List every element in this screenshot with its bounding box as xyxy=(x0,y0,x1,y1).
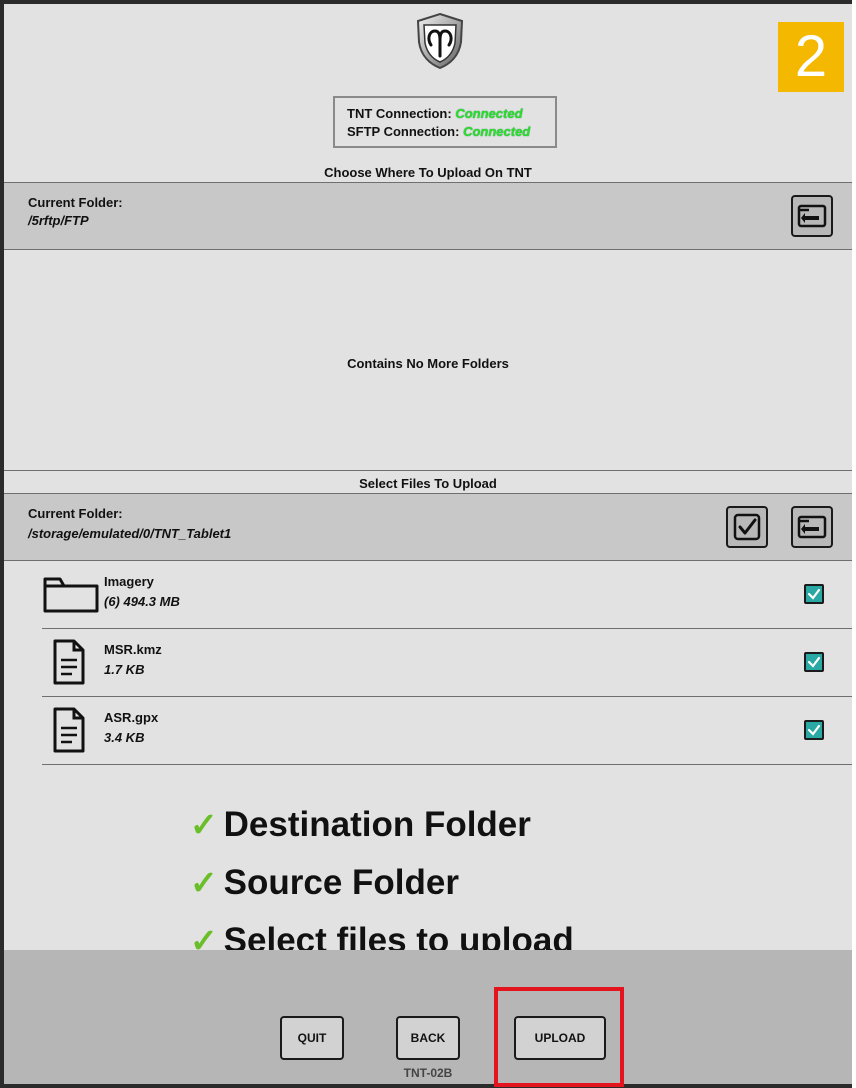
checkbox-checked-icon xyxy=(733,513,761,541)
destination-section-title: Choose Where To Upload On TNT xyxy=(324,165,532,180)
connection-status-box: TNT Connection: Connected SFTP Connectio… xyxy=(333,96,557,148)
file-checkbox[interactable] xyxy=(804,584,824,604)
list-item[interactable]: ASR.gpx 3.4 KB xyxy=(42,700,852,766)
current-folder-label: Current Folder: xyxy=(28,506,123,521)
document-icon xyxy=(53,639,85,685)
file-checkbox[interactable] xyxy=(804,652,824,672)
divider xyxy=(42,764,852,765)
source-section-title: Select Files To Upload xyxy=(359,476,497,491)
check-icon xyxy=(807,724,821,736)
sftp-connection-row: SFTP Connection: Connected xyxy=(347,124,530,139)
tnt-connection-row: TNT Connection: Connected xyxy=(347,106,523,121)
check-icon xyxy=(807,588,821,600)
divider xyxy=(42,696,852,697)
check-icon xyxy=(807,656,821,668)
destination-parent-folder-button[interactable] xyxy=(791,195,833,237)
quit-button[interactable]: QUIT xyxy=(280,1016,344,1060)
checklist: ✓ Destination Folder ✓ Source Folder ✓ Sele… xyxy=(190,796,574,970)
footer-bar: QUIT BACK UPLOAD TNT-02B xyxy=(4,950,852,1084)
checklist-item: ✓ Destination Folder xyxy=(190,796,574,854)
source-parent-folder-button[interactable] xyxy=(791,506,833,548)
upload-highlight xyxy=(494,987,624,1087)
sftp-connection-status: Connected xyxy=(463,124,531,139)
source-path: /storage/emulated/0/TNT_Tablet1 xyxy=(28,526,232,541)
tnt-connection-label: TNT Connection: xyxy=(347,106,452,121)
app-screen: 2 TNT Connection: Connected SFTP Connect… xyxy=(4,4,852,1084)
aries-shield-logo xyxy=(415,12,465,70)
file-checkbox[interactable] xyxy=(804,720,824,740)
device-name: TNT-02B xyxy=(403,1066,453,1080)
current-folder-label: Current Folder: xyxy=(28,195,123,210)
document-icon xyxy=(53,707,85,753)
select-all-button[interactable] xyxy=(726,506,768,548)
destination-path: /5rftp/FTP xyxy=(28,213,89,228)
divider xyxy=(42,628,852,629)
sftp-connection-label: SFTP Connection: xyxy=(347,124,460,139)
file-name: Imagery xyxy=(104,574,154,589)
list-item[interactable]: MSR.kmz 1.7 KB xyxy=(42,632,852,698)
folder-icon xyxy=(43,577,99,613)
divider xyxy=(4,560,852,561)
file-size: (6) 494.3 MB xyxy=(104,594,180,609)
checkmark-icon: ✓ xyxy=(190,864,218,901)
divider xyxy=(4,470,852,471)
file-size: 3.4 KB xyxy=(104,730,145,745)
folder-back-icon xyxy=(797,515,827,539)
file-name: ASR.gpx xyxy=(104,710,159,725)
step-badge: 2 xyxy=(778,22,844,92)
file-name: MSR.kmz xyxy=(104,642,162,657)
file-size: 1.7 KB xyxy=(104,662,145,677)
source-folder-bar: Current Folder: /storage/emulated/0/TNT_… xyxy=(4,494,852,560)
checkmark-icon: ✓ xyxy=(190,806,218,843)
folder-back-icon xyxy=(797,204,827,228)
divider xyxy=(4,249,852,250)
list-item[interactable]: Imagery (6) 494.3 MB xyxy=(42,564,852,630)
checklist-item-label: Destination Folder xyxy=(223,805,531,844)
tnt-connection-status: Connected xyxy=(455,106,523,121)
checklist-item-label: Source Folder xyxy=(223,863,459,902)
checklist-item: ✓ Source Folder xyxy=(190,854,574,912)
destination-folder-bar: Current Folder: /5rftp/FTP xyxy=(4,183,852,249)
empty-folder-message: Contains No More Folders xyxy=(347,356,509,371)
back-button[interactable]: BACK xyxy=(396,1016,460,1060)
